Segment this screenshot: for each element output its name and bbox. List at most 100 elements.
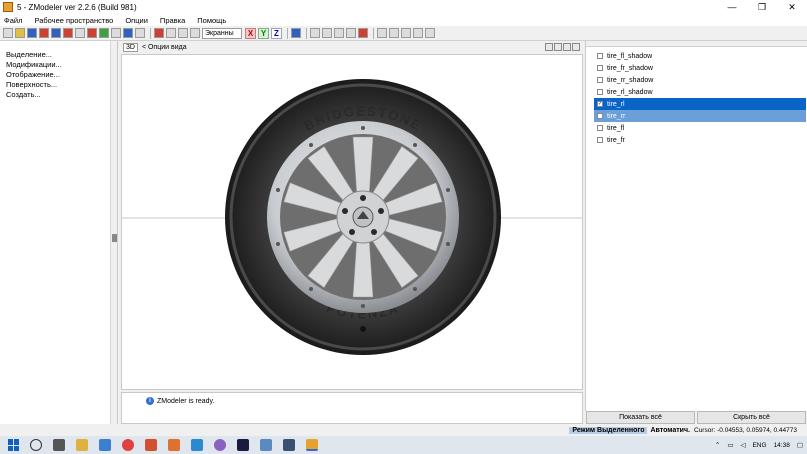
visibility-checkbox[interactable] [597,77,603,83]
zoom-icon[interactable] [545,43,553,51]
photoshop-icon[interactable] [237,439,249,451]
visibility-checkbox[interactable] [597,89,603,95]
render-icon[interactable] [99,28,109,38]
visibility-checkbox[interactable] [597,137,603,143]
record-icon[interactable] [87,28,97,38]
menu-help[interactable]: Помощь [197,16,226,25]
pan-tool-icon[interactable] [154,28,164,38]
zmodeler-taskbar-icon[interactable] [306,439,318,451]
select-object-icon[interactable] [346,28,356,38]
visibility-checkbox[interactable] [597,125,603,131]
tool-e-icon[interactable] [425,28,435,38]
start-button[interactable] [8,439,22,451]
object-label: tire_fr [607,136,625,144]
axis-y-toggle[interactable]: Y [258,27,269,39]
system-tray: ⌃ ▭ ◁ ENG 14:38 ▢ [708,436,803,454]
visibility-checkbox[interactable] [597,65,603,71]
properties-icon[interactable] [75,28,85,38]
notes-icon[interactable] [123,28,133,38]
view-mode-select[interactable]: Экранны [202,27,242,39]
object-list-item[interactable]: tire_fr [594,134,806,146]
axis-x-toggle[interactable]: X [245,27,256,39]
mail-icon[interactable] [99,439,111,451]
scrollbar-thumb[interactable] [112,234,117,242]
export-icon[interactable] [63,28,73,38]
left-menu-display[interactable]: Отображение... [6,70,117,80]
visibility-checkbox[interactable] [597,113,603,119]
axis-z-toggle[interactable]: Z [271,27,282,39]
app-icon-orange[interactable] [168,439,180,451]
chrome-icon[interactable] [122,439,134,451]
close-view-icon[interactable] [572,43,580,51]
left-scrollbar[interactable] [110,41,117,424]
left-menu-surface[interactable]: Поверхность... [6,80,117,90]
app-icon-steel[interactable] [260,439,272,451]
object-list-item[interactable]: tire_rl_shadow [594,86,806,98]
tool-a-icon[interactable] [377,28,387,38]
viewport-mode-badge[interactable]: 3D [123,43,138,52]
import-icon[interactable] [51,28,61,38]
menu-edit[interactable]: Правка [160,16,185,25]
rotate-tool-icon[interactable] [166,28,176,38]
tray-arrow-icon[interactable]: ⌃ [715,441,720,449]
object-list-item[interactable]: tire_fr_shadow [594,62,806,74]
object-label: tire_fr_shadow [607,64,653,72]
new-file-icon[interactable] [3,28,13,38]
fill-mode-icon[interactable] [291,28,301,38]
app-icon [3,2,13,12]
open-folder-icon[interactable] [15,28,25,38]
show-all-button[interactable]: Показать всё [586,411,695,424]
redo-icon[interactable] [135,28,145,38]
scale-tool-icon[interactable] [178,28,188,38]
fit-view-icon[interactable] [554,43,562,51]
view-options-button[interactable]: < Опции вида [142,44,187,51]
left-menu-modifications[interactable]: Модификации... [6,60,117,70]
select-face-icon[interactable] [334,28,344,38]
minimize-button[interactable]: — [717,0,747,14]
maximize-button[interactable]: ❐ [747,0,777,14]
maximize-view-icon[interactable] [563,43,571,51]
app-icon-dark[interactable] [283,439,295,451]
search-icon[interactable] [30,439,42,451]
hide-all-button[interactable]: Скрыть всё [697,411,806,424]
app-icon-blue[interactable] [191,439,203,451]
object-list-item[interactable]: tire_fl_shadow [594,50,806,62]
select-edge-icon[interactable] [322,28,332,38]
tool-c-icon[interactable] [401,28,411,38]
3d-viewport[interactable]: BRIDGESTONE POTENZA [121,54,583,390]
select-all-icon[interactable] [358,28,368,38]
notifications-icon[interactable]: ▢ [797,441,803,449]
object-label: tire_fl [607,124,625,132]
menu-options[interactable]: Опции [125,16,148,25]
object-list-item[interactable]: ✓ tire_rl [594,98,806,110]
left-menu-create[interactable]: Создать... [6,90,117,100]
volume-icon[interactable]: ◁ [740,441,745,449]
visibility-checkbox[interactable] [597,53,603,59]
left-menu-selection[interactable]: Выделение... [6,50,117,60]
title-bar: 5 - ZModeler ver 2.2.6 (Build 981) — ❐ ✕ [0,0,807,14]
log-message: ZModeler is ready. [157,397,215,405]
viber-icon[interactable] [214,439,226,451]
undo-icon[interactable] [111,28,121,38]
tool-b-icon[interactable] [389,28,399,38]
app-icon-red[interactable] [145,439,157,451]
select-vertex-icon[interactable] [310,28,320,38]
move-tool-icon[interactable] [190,28,200,38]
menu-workspace[interactable]: Рабочее пространство [34,16,113,25]
status-auto: Автоматич. [650,426,690,434]
object-list-item[interactable]: tire_fl [594,122,806,134]
file-explorer-icon[interactable] [76,439,88,451]
task-view-icon[interactable] [53,439,65,451]
left-menu: Выделение... Модификации... Отображение.… [0,41,117,100]
tool-d-icon[interactable] [413,28,423,38]
menu-file[interactable]: Файл [4,16,22,25]
close-button[interactable]: ✕ [777,0,807,14]
visibility-checkbox[interactable]: ✓ [597,101,603,107]
object-list-item[interactable]: tire_rr_shadow [594,74,806,86]
clock[interactable]: 14:38 [774,442,790,449]
network-icon[interactable]: ▭ [727,441,733,449]
object-list-item[interactable]: tire_rr [594,110,806,122]
delete-icon[interactable] [39,28,49,38]
save-icon[interactable] [27,28,37,38]
language-indicator[interactable]: ENG [752,442,766,449]
